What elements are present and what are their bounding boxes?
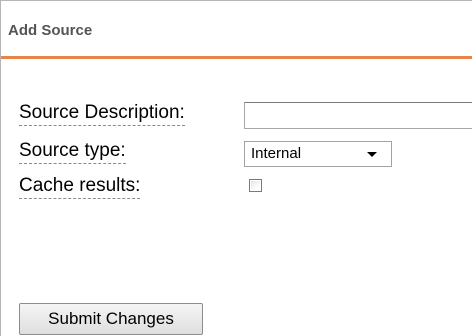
source-type-select[interactable]: Internal	[244, 141, 392, 167]
source-description-label: Source Description:	[19, 102, 185, 126]
panel-title: Add Source	[8, 22, 93, 39]
submit-changes-button[interactable]: Submit Changes	[19, 303, 203, 335]
source-type-label: Source type:	[19, 140, 126, 164]
cache-results-label: Cache results:	[19, 175, 141, 199]
add-source-panel: Add Source Source Description: Source ty…	[0, 0, 472, 336]
cache-results-row: Cache results:	[1, 175, 472, 205]
source-description-input[interactable]	[244, 102, 472, 129]
panel-header: Add Source	[1, 1, 472, 59]
source-description-row: Source Description:	[1, 102, 472, 132]
cache-results-checkbox[interactable]	[249, 179, 262, 192]
source-type-selected-value: Internal	[251, 145, 302, 162]
dropdown-arrow-icon	[367, 152, 377, 157]
source-type-row: Source type: Internal	[1, 140, 472, 170]
